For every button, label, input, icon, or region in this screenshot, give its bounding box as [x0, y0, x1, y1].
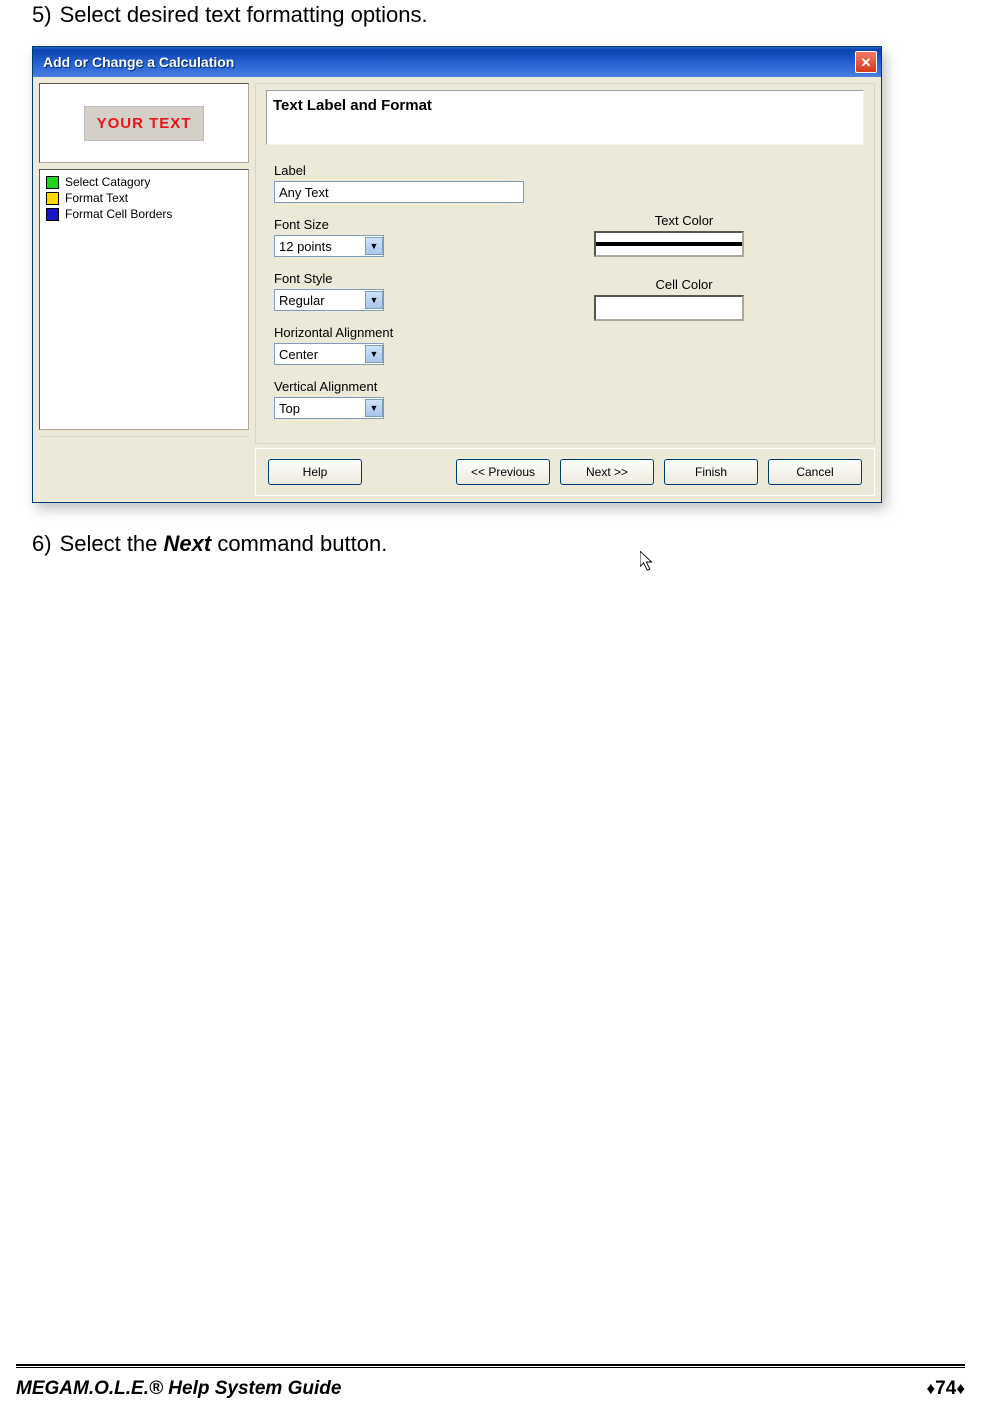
- chevron-down-icon: ▼: [365, 291, 383, 309]
- halign-combo[interactable]: Center ▼: [274, 343, 384, 365]
- label-field-label: Label: [274, 163, 534, 178]
- chevron-down-icon: ▼: [365, 399, 383, 417]
- wizard-step-label: Format Cell Borders: [65, 207, 172, 221]
- textcolor-picker[interactable]: [594, 231, 744, 257]
- wizard-step-list: Select Catagory Format Text Format Cell …: [39, 169, 249, 430]
- square-icon: [46, 192, 59, 205]
- step6-suffix: command button.: [211, 531, 387, 556]
- valign-label: Vertical Alignment: [274, 379, 534, 394]
- chevron-down-icon: ▼: [365, 237, 383, 255]
- step6-prefix: Select the: [60, 531, 164, 556]
- wizard-step-format-text[interactable]: Format Text: [42, 190, 246, 206]
- panel-title: Text Label and Format: [266, 90, 864, 145]
- square-icon: [46, 208, 59, 221]
- wizard-step-category[interactable]: Select Catagory: [42, 174, 246, 190]
- footer-title: MEGAM.O.L.E.® Help System Guide: [16, 1378, 341, 1400]
- fontsize-combo[interactable]: 12 points ▼: [274, 235, 384, 257]
- fontstyle-value: Regular: [279, 293, 325, 308]
- cancel-button[interactable]: Cancel: [768, 459, 862, 485]
- next-button[interactable]: Next >>: [560, 459, 654, 485]
- close-button[interactable]: ✕: [855, 51, 877, 73]
- close-icon: ✕: [861, 56, 872, 69]
- preview-pane: YOUR TEXT: [39, 83, 249, 163]
- cellcolor-picker[interactable]: [594, 295, 744, 321]
- footer-page: ♦74♦: [926, 1378, 965, 1400]
- dialog-titlebar: Add or Change a Calculation ✕: [33, 47, 881, 77]
- halign-label: Horizontal Alignment: [274, 325, 534, 340]
- step6-emphasis: Next: [164, 531, 212, 556]
- previous-button[interactable]: << Previous: [456, 459, 550, 485]
- finish-button[interactable]: Finish: [664, 459, 758, 485]
- diamond-icon: ♦: [926, 1379, 935, 1398]
- cellcolor-label: Cell Color: [594, 277, 774, 292]
- step5-number: 5): [32, 2, 52, 27]
- step6-number: 6): [32, 531, 52, 556]
- step5-content: Select desired text formatting options.: [60, 2, 428, 27]
- fontsize-label: Font Size: [274, 217, 534, 232]
- page-number: 74: [935, 1378, 956, 1399]
- wizard-step-label: Format Text: [65, 191, 128, 205]
- footer-rest: M.O.L.E.® Help System Guide: [73, 1378, 341, 1399]
- help-button[interactable]: Help: [268, 459, 362, 485]
- textcolor-swatch: [596, 242, 742, 246]
- square-icon: [46, 176, 59, 189]
- footer-mega: MEGA: [16, 1378, 73, 1399]
- dialog-window: Add or Change a Calculation ✕ YOUR TEXT …: [32, 46, 882, 503]
- chevron-down-icon: ▼: [365, 345, 383, 363]
- fontsize-value: 12 points: [279, 239, 332, 254]
- preview-text: YOUR TEXT: [84, 106, 205, 141]
- valign-combo[interactable]: Top ▼: [274, 397, 384, 419]
- fontstyle-label: Font Style: [274, 271, 534, 286]
- step-5-text: 5) Select desired text formatting options…: [32, 2, 949, 28]
- diamond-icon: ♦: [956, 1379, 965, 1398]
- fontstyle-combo[interactable]: Regular ▼: [274, 289, 384, 311]
- page-footer: MEGAM.O.L.E.® Help System Guide ♦74♦: [16, 1378, 965, 1400]
- halign-value: Center: [279, 347, 318, 362]
- dialog-button-row: Help << Previous Next >> Finish Cancel: [255, 448, 875, 496]
- wizard-step-label: Select Catagory: [65, 175, 150, 189]
- lower-left-pane: [39, 436, 249, 496]
- label-input[interactable]: [274, 181, 524, 203]
- wizard-step-format-borders[interactable]: Format Cell Borders: [42, 206, 246, 222]
- dialog-title: Add or Change a Calculation: [37, 54, 234, 70]
- step-6-text: 6) Select the Next command button.: [32, 531, 949, 557]
- valign-value: Top: [279, 401, 300, 416]
- footer-rule: [16, 1364, 965, 1368]
- textcolor-label: Text Color: [594, 213, 774, 228]
